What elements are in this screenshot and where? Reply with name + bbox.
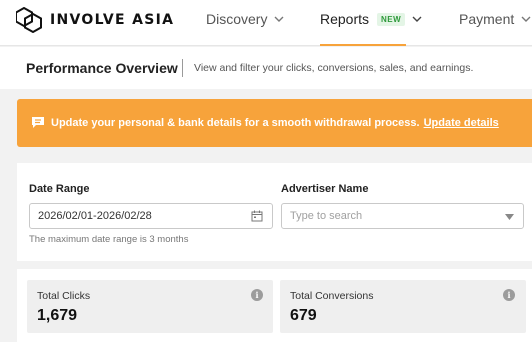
stat-label: Total Conversions [290, 290, 374, 302]
message-icon [32, 117, 44, 128]
info-icon[interactable]: i [251, 289, 263, 301]
calendar-icon[interactable] [251, 210, 263, 222]
total-clicks-card: Total Clicks 1,679 i [27, 280, 273, 333]
brand-logo[interactable]: INVOLVE ASIA [16, 7, 174, 33]
page-title: Performance Overview [26, 60, 178, 76]
chevron-down-icon [412, 16, 422, 22]
chevron-down-icon [274, 16, 284, 22]
stat-label: Total Clicks [37, 290, 91, 302]
banner-text: Update your personal & bank details for … [51, 117, 420, 129]
stats-panel: Total Clicks 1,679 i Total Conversions 6… [17, 269, 532, 342]
nav-active-indicator [320, 44, 406, 46]
total-conversions-card: Total Conversions 679 i [280, 280, 526, 333]
advertiser-name-label: Advertiser Name [281, 183, 369, 195]
nav-item-discovery[interactable]: Discovery [206, 10, 284, 28]
nav-item-payment[interactable]: Payment [459, 10, 531, 28]
page-header: Performance Overview View and filter you… [0, 47, 532, 89]
involve-asia-logo-icon [16, 7, 42, 33]
brand-name: INVOLVE ASIA [50, 12, 175, 28]
advertiser-placeholder: Type to search [290, 210, 363, 222]
nav-item-reports[interactable]: Reports NEW [320, 10, 422, 28]
date-range-hint: The maximum date range is 3 months [29, 234, 189, 245]
stat-value: 1,679 [37, 307, 78, 324]
update-details-link[interactable]: Update details [424, 117, 499, 129]
date-range-value: 2026/02/01-2026/02/28 [38, 210, 152, 222]
filters-panel: Date Range 2026/02/01-2026/02/28 The max… [17, 163, 532, 261]
date-range-label: Date Range [29, 183, 90, 195]
chevron-down-icon[interactable] [505, 214, 514, 220]
top-navigation-bar: INVOLVE ASIA Discovery Reports NEW Payme… [0, 0, 532, 46]
advertiser-search-select[interactable]: Type to search [281, 203, 524, 229]
new-badge: NEW [377, 12, 406, 26]
header-divider [182, 59, 183, 77]
date-range-input[interactable]: 2026/02/01-2026/02/28 [29, 203, 273, 229]
notice-banner: Update your personal & bank details for … [17, 99, 532, 147]
nav-item-label: Payment [459, 11, 515, 27]
nav-item-label: Discovery [206, 11, 268, 27]
page-subtitle: View and filter your clicks, conversions… [194, 62, 474, 74]
banner-message: Update your personal & bank details for … [51, 117, 499, 129]
nav-item-label: Reports [320, 11, 370, 27]
chevron-down-icon [521, 16, 531, 22]
info-icon[interactable]: i [503, 289, 515, 301]
stat-value: 679 [290, 307, 317, 324]
